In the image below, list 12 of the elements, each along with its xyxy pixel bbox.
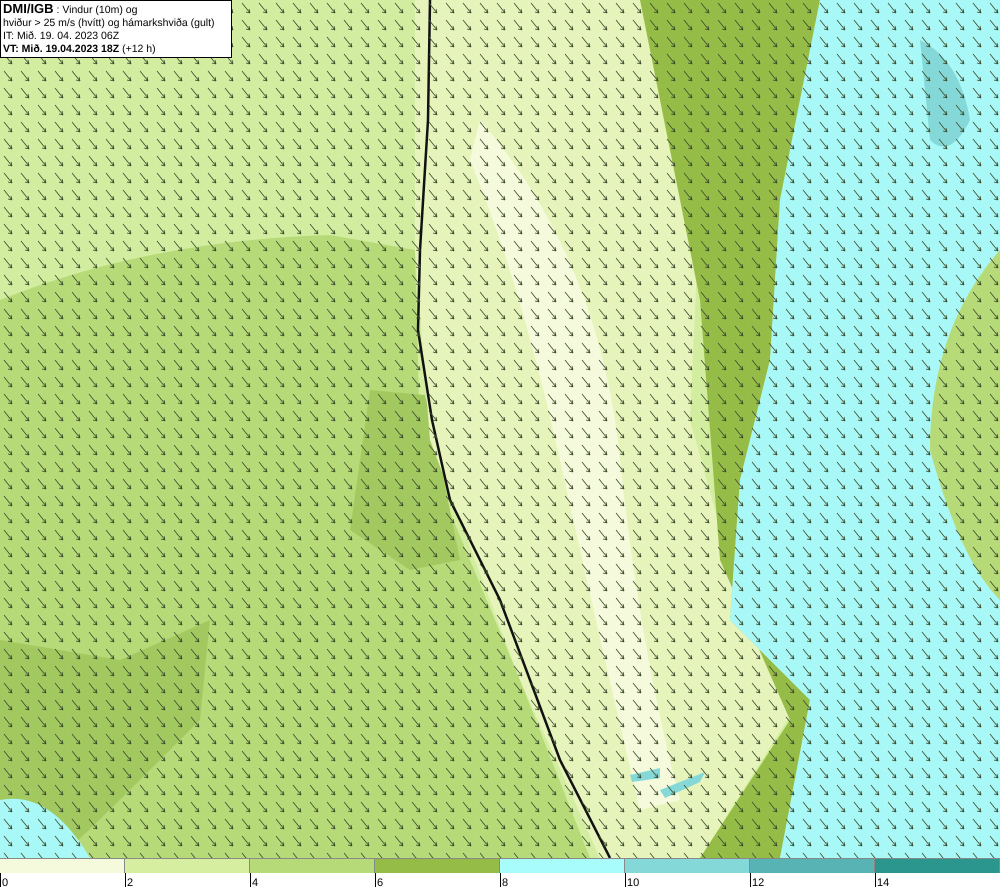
scale-label: 2 <box>127 877 134 887</box>
map-info-text: IT: Mið. 19. 04. 2023 06Z <box>3 30 120 43</box>
map-info-text: hviður > 25 m/s (hvítt) og hámarkshviða (gult) <box>3 17 216 30</box>
scale-label: 10 <box>627 877 640 887</box>
scale-label: 12 <box>752 877 764 887</box>
scale-label: 14 <box>877 877 890 887</box>
scale-label: 0 <box>2 877 8 887</box>
map-info-text: VT: Mið. 19.04.2023 18Z (+12 h) <box>3 43 157 56</box>
scale-label: 8 <box>502 877 508 887</box>
map-info-text: DMI/IGB : Vindur (10m) og <box>3 2 138 17</box>
scale-label: 6 <box>377 877 384 887</box>
scale-label: 4 <box>252 877 258 887</box>
